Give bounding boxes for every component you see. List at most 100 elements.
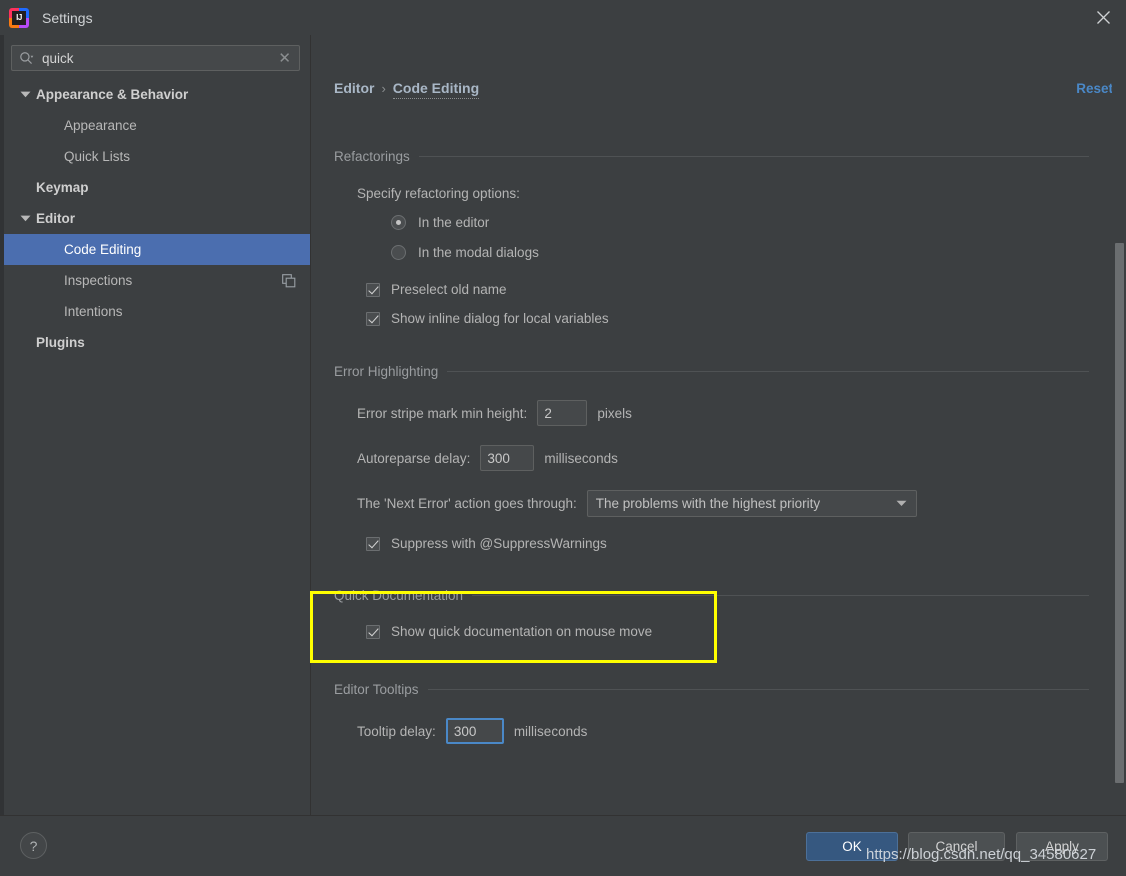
sidebar-item-appearance[interactable]: Appearance: [4, 110, 310, 141]
section-editor-tooltips: Editor Tooltips Tooltip delay: milliseco…: [311, 639, 1126, 744]
section-header-error-highlighting: Error Highlighting: [311, 364, 1126, 379]
copy-icon[interactable]: [282, 274, 296, 288]
checkbox-show-quick-doc-row[interactable]: Show quick documentation on mouse move: [311, 624, 1126, 639]
sidebar-item-keymap[interactable]: Keymap: [4, 172, 310, 203]
vertical-scrollbar-thumb[interactable]: [1115, 243, 1124, 783]
specify-refactoring-options-row: Specify refactoring options:: [311, 186, 1126, 201]
section-refactorings: Refactorings Specify refactoring options…: [311, 113, 1126, 326]
sidebar-item-label: Inspections: [64, 273, 132, 288]
autoreparse-delay-unit: milliseconds: [544, 451, 618, 466]
settings-scroll-area: Refactorings Specify refactoring options…: [311, 113, 1126, 815]
error-stripe-unit: pixels: [597, 406, 632, 421]
settings-dialog: IJ Settings: [0, 0, 1126, 876]
sidebar-item-label: Editor: [36, 211, 75, 226]
sidebar-item-label: Keymap: [36, 180, 89, 195]
help-button[interactable]: ?: [20, 832, 47, 859]
checkbox-preselect-old-name-row[interactable]: Preselect old name: [311, 282, 1126, 297]
checkbox-suppress-warnings-row[interactable]: Suppress with @SuppressWarnings: [311, 536, 1126, 551]
intellij-idea-icon: IJ: [9, 8, 29, 28]
breadcrumb-parent[interactable]: Editor: [334, 80, 374, 96]
search-input[interactable]: [42, 51, 276, 66]
settings-main-panel: Editor › Code Editing Reset Refactorings…: [311, 35, 1126, 815]
sidebar-item-appearance-behavior[interactable]: Appearance & Behavior: [4, 79, 310, 110]
radio-in-the-modal-dialogs[interactable]: [391, 245, 406, 260]
checkbox-preselect-old-name[interactable]: [366, 283, 380, 297]
sidebar-item-plugins[interactable]: Plugins: [4, 327, 310, 358]
section-header-quick-documentation: Quick Documentation: [311, 588, 1126, 603]
search-area: ✕: [4, 35, 310, 71]
checkbox-show-quick-doc-label: Show quick documentation on mouse move: [391, 624, 652, 639]
radio-in-the-modal-dialogs-label: In the modal dialogs: [418, 245, 539, 260]
tooltip-delay-unit: milliseconds: [514, 724, 588, 739]
next-error-label: The 'Next Error' action goes through:: [357, 496, 577, 511]
sidebar-item-label: Appearance: [64, 118, 137, 133]
next-error-combobox[interactable]: The problems with the highest priority: [587, 490, 917, 517]
settings-sidebar: ✕ Appearance & Behavior Appearance Quick L…: [4, 35, 311, 815]
sidebar-item-intentions[interactable]: Intentions: [4, 296, 310, 327]
tooltip-delay-row: Tooltip delay: milliseconds: [311, 718, 1126, 744]
section-divider: [447, 371, 1089, 372]
error-stripe-row: Error stripe mark min height: pixels: [311, 400, 1126, 426]
radio-in-the-editor-row[interactable]: In the editor: [311, 215, 1126, 230]
error-stripe-label: Error stripe mark min height:: [357, 406, 527, 421]
checkbox-show-inline-dialog[interactable]: [366, 312, 380, 326]
settings-form: Refactorings Specify refactoring options…: [311, 113, 1126, 784]
section-header-editor-tooltips: Editor Tooltips: [311, 682, 1126, 697]
section-divider: [428, 689, 1089, 690]
sidebar-item-quick-lists[interactable]: Quick Lists: [4, 141, 310, 172]
section-header-refactorings: Refactorings: [311, 149, 1126, 164]
sidebar-item-label: Plugins: [36, 335, 85, 350]
search-icon[interactable]: [19, 51, 34, 66]
sidebar-item-label: Appearance & Behavior: [36, 87, 188, 102]
autoreparse-delay-label: Autoreparse delay:: [357, 451, 470, 466]
tooltip-delay-label: Tooltip delay:: [357, 724, 436, 739]
chevron-down-icon[interactable]: [18, 88, 32, 102]
dialog-content: ✕ Appearance & Behavior Appearance Quick L…: [0, 35, 1126, 815]
tooltip-delay-input[interactable]: [446, 718, 504, 744]
specify-refactoring-options-label: Specify refactoring options:: [357, 186, 520, 201]
search-box[interactable]: ✕: [11, 45, 300, 71]
checkbox-suppress-warnings[interactable]: [366, 537, 380, 551]
title-bar: IJ Settings: [0, 0, 1126, 35]
error-stripe-input[interactable]: [537, 400, 587, 426]
chevron-down-icon[interactable]: [888, 500, 916, 507]
section-title: Error Highlighting: [334, 364, 438, 379]
checkbox-show-inline-dialog-row[interactable]: Show inline dialog for local variables: [311, 311, 1126, 326]
close-icon[interactable]: [1080, 0, 1126, 35]
breadcrumb-separator: ›: [381, 81, 385, 96]
radio-in-the-editor[interactable]: [391, 215, 406, 230]
autoreparse-delay-input[interactable]: [480, 445, 534, 471]
section-title: Refactorings: [334, 149, 410, 164]
breadcrumb: Editor › Code Editing: [334, 80, 479, 99]
section-divider: [419, 156, 1089, 157]
cancel-button[interactable]: Cancel: [908, 832, 1005, 861]
sidebar-item-label: Quick Lists: [64, 149, 130, 164]
checkbox-preselect-old-name-label: Preselect old name: [391, 282, 507, 297]
reset-link[interactable]: Reset: [1076, 81, 1113, 96]
checkbox-suppress-warnings-label: Suppress with @SuppressWarnings: [391, 536, 607, 551]
section-title: Quick Documentation: [334, 588, 463, 603]
breadcrumb-current: Code Editing: [393, 80, 479, 99]
section-divider: [472, 595, 1089, 596]
sidebar-item-label: Intentions: [64, 304, 123, 319]
next-error-combobox-value: The problems with the highest priority: [596, 496, 820, 511]
sidebar-item-inspections[interactable]: Inspections: [4, 265, 310, 296]
vertical-scrollbar[interactable]: [1112, 35, 1126, 815]
chevron-down-icon[interactable]: [18, 212, 32, 226]
radio-in-the-modal-dialogs-row[interactable]: In the modal dialogs: [311, 245, 1126, 260]
window-title: Settings: [42, 10, 93, 26]
section-quick-documentation: Quick Documentation Show quick documenta…: [311, 551, 1126, 639]
apply-button[interactable]: Apply: [1016, 832, 1108, 861]
sidebar-item-code-editing[interactable]: Code Editing: [4, 234, 310, 265]
settings-tree: Appearance & Behavior Appearance Quick Lis…: [4, 79, 310, 358]
checkbox-show-quick-doc[interactable]: [366, 625, 380, 639]
clear-icon[interactable]: ✕: [276, 51, 293, 66]
section-title: Editor Tooltips: [334, 682, 419, 697]
ok-button[interactable]: OK: [806, 832, 898, 861]
next-error-row: The 'Next Error' action goes through: Th…: [311, 490, 1126, 517]
sidebar-item-label: Code Editing: [64, 242, 141, 257]
autoreparse-delay-row: Autoreparse delay: milliseconds: [311, 445, 1126, 471]
checkbox-show-inline-dialog-label: Show inline dialog for local variables: [391, 311, 609, 326]
section-error-highlighting: Error Highlighting Error stripe mark min…: [311, 326, 1126, 551]
sidebar-item-editor[interactable]: Editor: [4, 203, 310, 234]
